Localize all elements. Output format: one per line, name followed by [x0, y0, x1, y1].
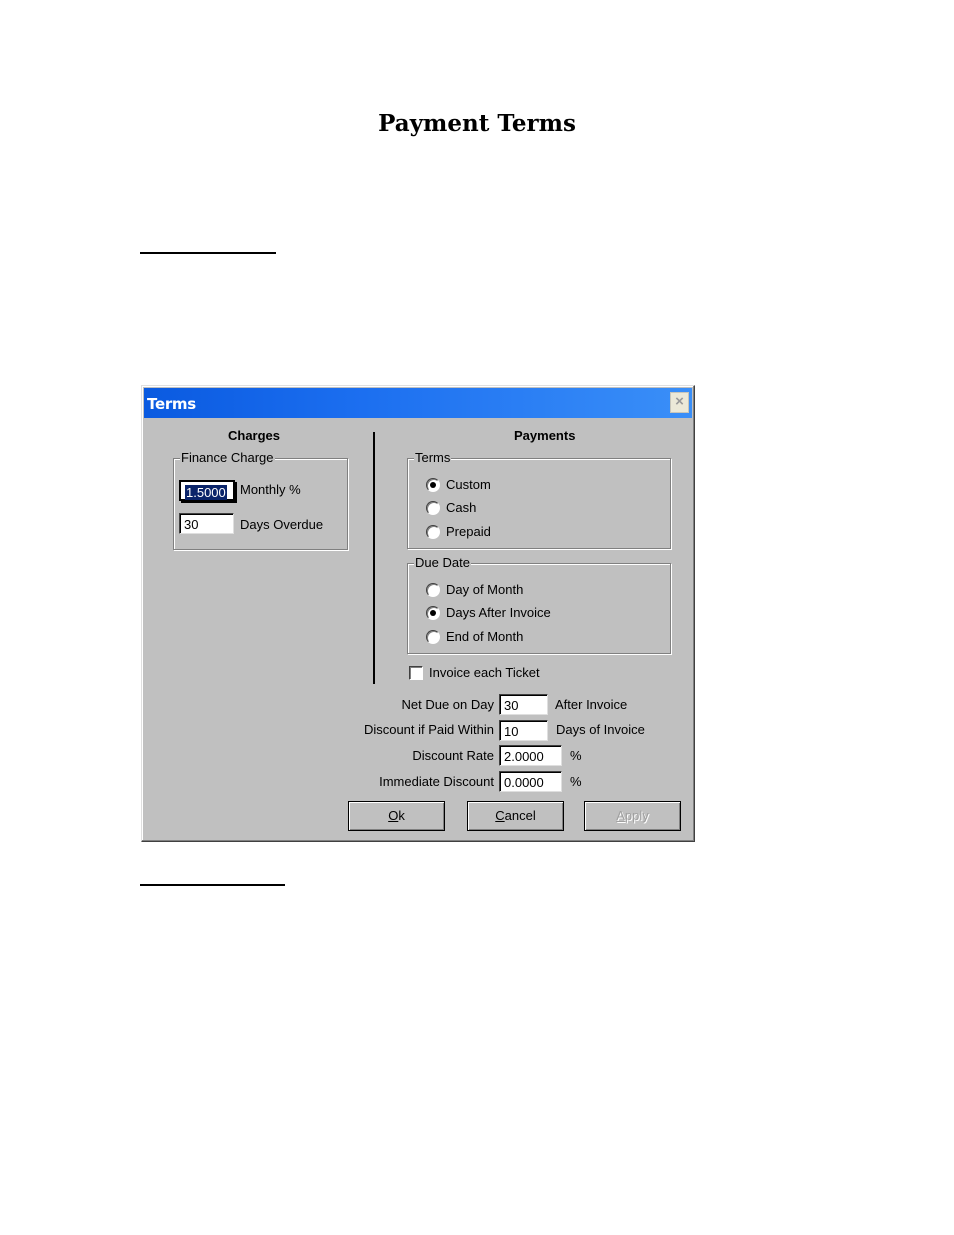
discount-rate-label: Discount Rate: [412, 748, 494, 763]
ok-button[interactable]: Ok: [348, 801, 445, 831]
net-due-suffix: After Invoice: [555, 697, 628, 712]
immediate-discount-label: Immediate Discount: [379, 774, 494, 789]
terms-option-custom[interactable]: Custom: [426, 477, 491, 492]
terms-option-cash[interactable]: Cash: [426, 500, 476, 515]
apply-label: pply: [624, 808, 649, 823]
option-label: Custom: [446, 477, 491, 492]
days-overdue-input[interactable]: 30: [179, 513, 234, 534]
dialog-titlebar[interactable]: Terms ×: [144, 388, 692, 418]
finance-charge-group: Finance Charge: [173, 450, 348, 550]
monthly-rate-input[interactable]: 1.5000: [179, 480, 235, 501]
cancel-label: ancel: [504, 808, 536, 823]
radio-button[interactable]: [426, 500, 440, 515]
due-date-option-day-of-month[interactable]: Day of Month: [426, 582, 523, 597]
radio-button[interactable]: [426, 582, 440, 597]
close-icon: ×: [675, 393, 684, 410]
apply-mnemonic: A: [616, 808, 625, 823]
discount-rate-suffix: %: [570, 748, 582, 763]
discount-within-label: Discount if Paid Within: [363, 722, 494, 737]
checkbox-label: Invoice each Ticket: [429, 665, 540, 680]
checkbox-box[interactable]: [409, 665, 423, 680]
apply-button[interactable]: Apply: [584, 801, 681, 831]
cancel-button[interactable]: Cancel: [467, 801, 564, 831]
discount-within-input[interactable]: 10: [499, 720, 548, 741]
monthly-rate-value: 1.5000: [185, 485, 227, 500]
radio-button[interactable]: [426, 524, 440, 539]
section-divider: [373, 432, 375, 684]
ok-mnemonic: O: [388, 808, 399, 823]
immediate-discount-suffix: %: [570, 774, 582, 789]
radio-button[interactable]: [426, 477, 440, 492]
radio-button[interactable]: [426, 605, 440, 620]
finance-charge-legend: Finance Charge: [180, 450, 275, 465]
option-label: Prepaid: [446, 524, 491, 539]
ok-label: k: [398, 808, 405, 823]
monthly-rate-label: Monthly %: [240, 482, 301, 497]
days-overdue-label: Days Overdue: [240, 517, 324, 532]
terms-option-prepaid[interactable]: Prepaid: [426, 524, 491, 539]
blank-underline: [140, 884, 285, 886]
discount-within-suffix: Days of Invoice: [556, 722, 645, 737]
close-button[interactable]: ×: [670, 392, 689, 413]
radio-button[interactable]: [426, 629, 440, 644]
blank-underline: [140, 252, 276, 254]
cancel-mnemonic: C: [495, 808, 505, 823]
document-title: Payment Terms: [378, 110, 576, 137]
due-date-legend: Due Date: [414, 555, 471, 570]
option-label: Days After Invoice: [446, 605, 551, 620]
invoice-each-ticket-checkbox[interactable]: Invoice each Ticket: [409, 665, 540, 680]
terms-dialog: Terms × Charges Finance Charge 1.5000 Mo…: [141, 385, 695, 842]
discount-rate-input[interactable]: 2.0000: [499, 745, 562, 766]
charges-heading: Charges: [228, 428, 281, 443]
due-date-option-end-of-month[interactable]: End of Month: [426, 629, 523, 644]
option-label: Cash: [446, 500, 477, 515]
net-due-input[interactable]: 30: [499, 694, 548, 715]
net-due-label: Net Due on Day: [401, 697, 495, 712]
terms-legend: Terms: [414, 450, 452, 465]
immediate-discount-input[interactable]: 0.0000: [499, 771, 562, 792]
option-label: Day of Month: [446, 582, 524, 597]
option-label: End of Month: [446, 629, 524, 644]
dialog-title: Terms: [147, 395, 196, 413]
payments-heading: Payments: [514, 428, 576, 443]
due-date-option-days-after-invoice[interactable]: Days After Invoice: [426, 605, 551, 620]
